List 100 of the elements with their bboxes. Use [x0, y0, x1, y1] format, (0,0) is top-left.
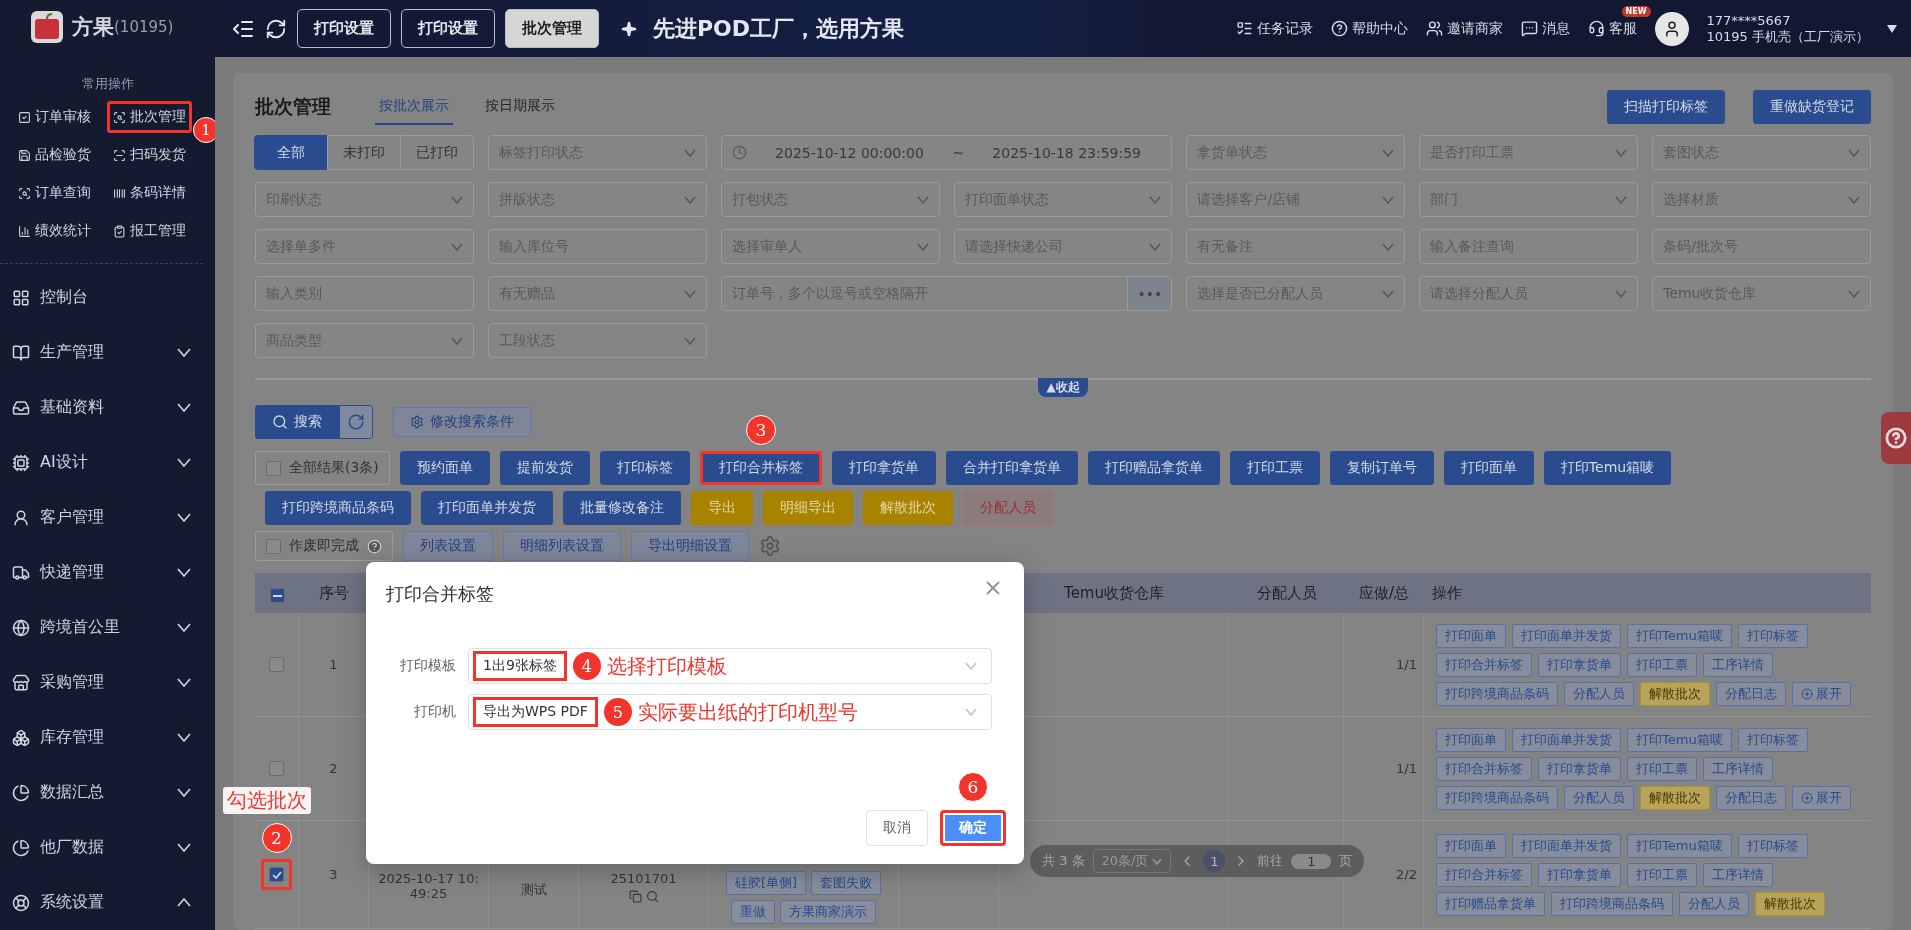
cancel-button[interactable]: 取消: [866, 810, 928, 846]
page-tab[interactable]: 打印设置: [401, 9, 495, 48]
row-checkbox[interactable]: [269, 657, 284, 672]
page-size-select[interactable]: 20条/页: [1092, 849, 1172, 873]
help-tab[interactable]: [1881, 412, 1911, 464]
action-button[interactable]: 明细导出: [763, 491, 853, 525]
menu-item[interactable]: 系统设置: [0, 875, 215, 930]
action-button[interactable]: 打印面单并发货: [421, 491, 553, 525]
quick-link[interactable]: 订单查询: [12, 177, 97, 209]
page-input[interactable]: 1: [1291, 853, 1332, 869]
row-action[interactable]: 解散批次: [1640, 681, 1710, 706]
menu-item[interactable]: AI设计: [0, 435, 215, 490]
select-all-checkbox[interactable]: [269, 588, 285, 604]
refresh-icon[interactable]: [265, 17, 287, 40]
row-action[interactable]: 打印合并标签: [1436, 862, 1532, 887]
action-button[interactable]: 打印合并标签: [699, 451, 822, 485]
action-button[interactable]: 复制订单号: [1329, 451, 1434, 485]
menu-item[interactable]: 库存管理: [0, 710, 215, 765]
page-tab[interactable]: 批次管理: [505, 9, 599, 48]
select-field[interactable]: 1出9张标签 4 选择打印模板: [468, 648, 992, 684]
row-action[interactable]: 打印跨境商品条码: [1436, 785, 1558, 810]
action-button[interactable]: 打印标签: [599, 451, 690, 485]
row-action[interactable]: 分配人员: [1564, 681, 1634, 706]
view-tab[interactable]: 按批次展示: [375, 89, 453, 125]
modify-search-button[interactable]: 修改搜索条件: [393, 407, 531, 437]
row-action[interactable]: 打印面单并发货: [1512, 727, 1621, 752]
row-action[interactable]: 打印面单并发货: [1512, 623, 1621, 648]
menu-item[interactable]: 快递管理: [0, 545, 215, 600]
menu-item[interactable]: 采购管理: [0, 655, 215, 710]
expand-link[interactable]: 展开: [1792, 785, 1851, 810]
date-range-field[interactable]: 2025-10-12 00:00:00 ~ 2025-10-18 23:59:59: [720, 135, 1173, 170]
action-button[interactable]: 打印面单: [1443, 451, 1534, 485]
row-action[interactable]: 打印合并标签: [1436, 652, 1532, 677]
reset-button[interactable]: [339, 405, 373, 439]
row-action[interactable]: 打印拿货单: [1538, 862, 1621, 887]
header-link[interactable]: 任务记录: [1235, 19, 1313, 38]
expand-link[interactable]: 展开: [1792, 681, 1851, 706]
view-tab[interactable]: 按日期展示: [481, 89, 559, 125]
page-tab[interactable]: 打印设置: [297, 9, 391, 48]
row-action[interactable]: 打印拿货单: [1538, 652, 1621, 677]
row-action[interactable]: 打印面单: [1436, 623, 1506, 648]
menu-item[interactable]: 控制台: [0, 270, 215, 325]
help-icon[interactable]: [367, 538, 382, 554]
collapse-toggle[interactable]: ▲收起: [1038, 378, 1088, 397]
action-button[interactable]: 打印拿货单: [831, 451, 936, 485]
quick-link[interactable]: 报工管理: [106, 215, 192, 247]
quick-link[interactable]: 绩效统计: [12, 215, 97, 247]
caret-icon[interactable]: [1887, 24, 1897, 33]
row-action[interactable]: 工序详情: [1703, 756, 1773, 781]
row-action[interactable]: 打印赠品拿货单: [1436, 891, 1545, 916]
row-action[interactable]: 打印面单并发货: [1512, 833, 1621, 858]
row-action[interactable]: 打印面单: [1436, 833, 1506, 858]
menu-item[interactable]: 生产管理: [0, 325, 215, 380]
row-action[interactable]: 打印Temu箱唛: [1627, 623, 1732, 648]
action-button[interactable]: 打印Temu箱唛: [1543, 451, 1672, 485]
row-action[interactable]: 打印面单: [1436, 727, 1506, 752]
status-tab[interactable]: 已打印: [399, 135, 474, 170]
menu-item[interactable]: 客户管理: [0, 490, 215, 545]
row-action[interactable]: 分配日志: [1716, 681, 1786, 706]
header-link[interactable]: 帮助中心: [1330, 19, 1408, 38]
select-field[interactable]: 导出为WPS PDF 5 实际要出纸的打印机型号: [468, 694, 992, 730]
row-action[interactable]: 分配日志: [1716, 785, 1786, 810]
row-action[interactable]: 打印拿货单: [1538, 756, 1621, 781]
menu-item[interactable]: 基础资料: [0, 380, 215, 435]
top-button[interactable]: 扫描打印标签: [1607, 90, 1725, 124]
action-button[interactable]: 分配人员: [963, 491, 1053, 525]
row-action[interactable]: 工序详情: [1703, 652, 1773, 677]
row-action[interactable]: 打印跨境商品条码: [1436, 681, 1558, 706]
action-button[interactable]: 批量修改备注: [563, 491, 681, 525]
row-action[interactable]: 解散批次: [1755, 891, 1825, 916]
row-action[interactable]: 打印工票: [1627, 652, 1697, 677]
quick-link[interactable]: 条码详情: [106, 177, 192, 209]
action-button[interactable]: 打印工票: [1229, 451, 1320, 485]
action-button[interactable]: 导出: [691, 491, 753, 525]
settings-button[interactable]: 明细列表设置: [503, 531, 621, 561]
action-button[interactable]: 打印赠品拿货单: [1087, 451, 1220, 485]
header-link[interactable]: 邀请商家: [1425, 19, 1503, 38]
confirm-button[interactable]: 确定: [940, 810, 1006, 846]
settings-icon[interactable]: [759, 535, 781, 557]
row-action[interactable]: 分配人员: [1679, 891, 1749, 916]
quick-link[interactable]: 扫码发货: [106, 139, 192, 171]
action-button[interactable]: 预约面单: [399, 451, 490, 485]
status-tab[interactable]: 未打印: [326, 135, 401, 170]
action-button[interactable]: 提前发货: [499, 451, 590, 485]
copy-icon[interactable]: [628, 890, 642, 903]
top-button[interactable]: 重做缺货登记: [1753, 90, 1871, 124]
row-action[interactable]: 解散批次: [1640, 785, 1710, 810]
menu-item[interactable]: 数据汇总: [0, 765, 215, 820]
row-action[interactable]: 分配人员: [1564, 785, 1634, 810]
void-complete-checkbox[interactable]: 作废即完成: [255, 531, 393, 561]
row-action[interactable]: 打印标签: [1737, 727, 1808, 752]
menu-item[interactable]: 他厂数据: [0, 820, 215, 875]
row-action[interactable]: 打印工票: [1627, 756, 1697, 781]
action-button[interactable]: 合并打印拿货单: [945, 451, 1078, 485]
search-button[interactable]: 搜索: [255, 405, 339, 439]
status-tab[interactable]: 全部: [254, 135, 328, 170]
settings-button[interactable]: 导出明细设置: [631, 531, 749, 561]
quick-link[interactable]: 批次管理: [106, 101, 192, 133]
action-button[interactable]: 解散批次: [863, 491, 953, 525]
row-checkbox[interactable]: [261, 859, 292, 890]
